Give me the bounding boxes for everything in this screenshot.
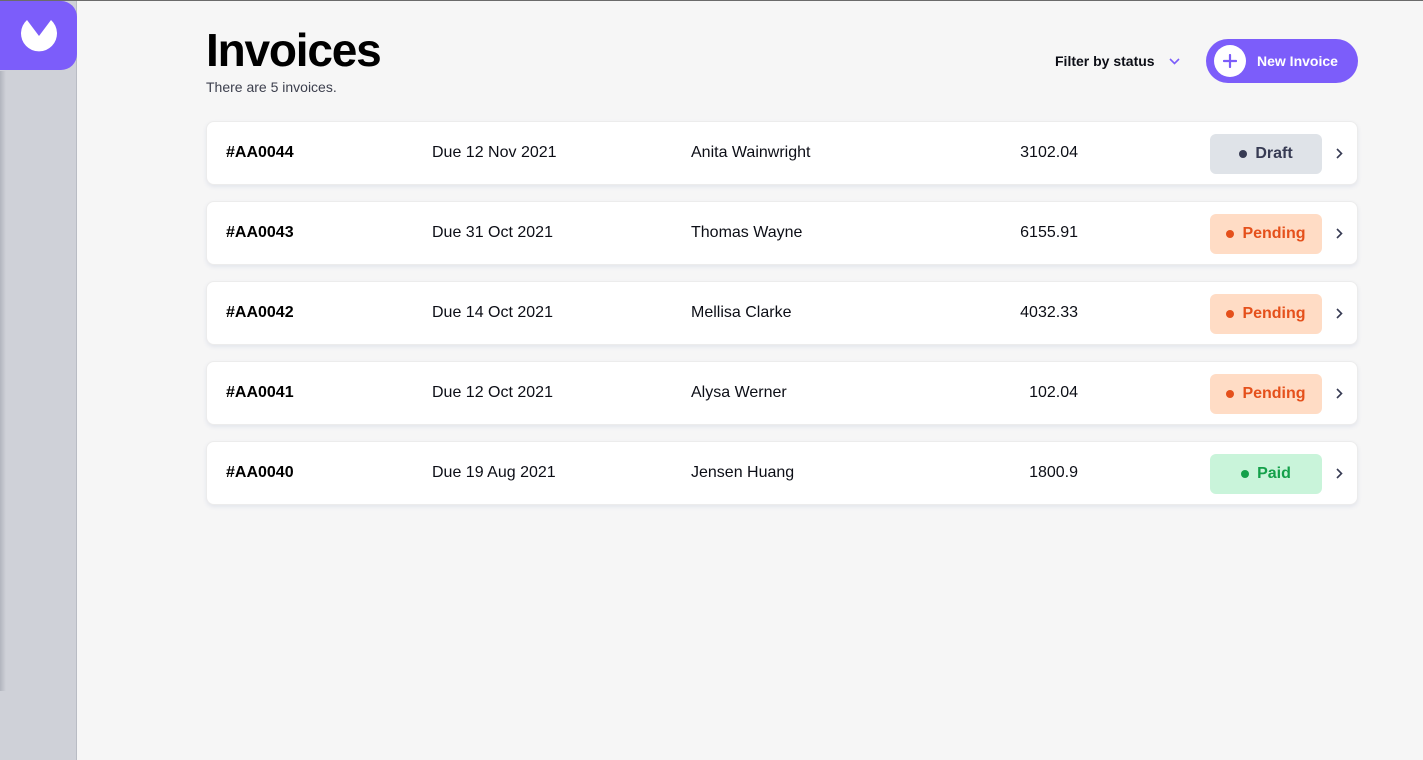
- invoice-count-text: There are 5 invoices.: [206, 79, 337, 95]
- invoice-client-name: Jensen Huang: [691, 464, 795, 481]
- invoice-amount: 102.04: [1029, 384, 1078, 401]
- invoice-row[interactable]: #AA0040 Due 19 Aug 2021 Jensen Huang 180…: [206, 441, 1358, 505]
- new-invoice-label: New Invoice: [1257, 53, 1338, 69]
- invoice-id: #AA0043: [226, 224, 294, 241]
- new-invoice-button[interactable]: New Invoice: [1206, 39, 1358, 83]
- invoice-client-name: Alysa Werner: [691, 384, 787, 401]
- invoice-row[interactable]: #AA0042 Due 14 Oct 2021 Mellisa Clarke 4…: [206, 281, 1358, 345]
- invoice-row[interactable]: #AA0043 Due 31 Oct 2021 Thomas Wayne 615…: [206, 201, 1358, 265]
- invoice-id: #AA0044: [226, 144, 294, 161]
- status-dot-icon: [1226, 230, 1235, 238]
- invoice-id: #AA0040: [226, 464, 294, 481]
- status-label: Draft: [1255, 145, 1293, 162]
- status-badge: Pending: [1210, 374, 1322, 414]
- status-dot-icon: [1241, 470, 1250, 478]
- invoices-page: Invoices There are 5 invoices. Filter by…: [206, 0, 1358, 760]
- chevron-down-icon: [1169, 57, 1180, 65]
- invoice-due-date: Due 14 Oct 2021: [432, 304, 553, 321]
- invoice-due-date: Due 19 Aug 2021: [432, 464, 556, 481]
- sidebar: [0, 1, 77, 760]
- invoice-id: #AA0041: [226, 384, 294, 401]
- plus-icon: [1214, 45, 1246, 77]
- status-label: Pending: [1242, 225, 1306, 242]
- status-badge: Draft: [1210, 134, 1322, 174]
- invoice-due-date: Due 12 Oct 2021: [432, 384, 553, 401]
- invoice-list: #AA0044 Due 12 Nov 2021 Anita Wainwright…: [206, 121, 1358, 521]
- status-label: Paid: [1257, 465, 1291, 482]
- invoice-client-name: Anita Wainwright: [691, 144, 811, 161]
- invoice-amount: 3102.04: [1020, 144, 1078, 161]
- status-badge: Pending: [1210, 214, 1322, 254]
- status-dot-icon: [1226, 390, 1235, 398]
- status-dot-icon: [1226, 310, 1235, 318]
- status-label: Pending: [1242, 385, 1306, 402]
- app-logo[interactable]: [0, 1, 77, 70]
- invoice-row[interactable]: #AA0044 Due 12 Nov 2021 Anita Wainwright…: [206, 121, 1358, 185]
- filter-label: Filter by status: [1055, 53, 1155, 69]
- page-title: Invoices: [206, 24, 382, 76]
- status-label: Pending: [1242, 305, 1306, 322]
- chevron-right-icon: [1333, 442, 1345, 504]
- chevron-right-icon: [1333, 202, 1345, 264]
- status-dot-icon: [1239, 150, 1248, 158]
- invoice-row[interactable]: #AA0041 Due 12 Oct 2021 Alysa Werner 102…: [206, 361, 1358, 425]
- invoice-id: #AA0042: [226, 304, 294, 321]
- chevron-right-icon: [1333, 282, 1345, 344]
- app-logo-icon: [20, 19, 57, 51]
- status-badge: Pending: [1210, 294, 1322, 334]
- filter-by-status-dropdown[interactable]: Filter by status: [1055, 51, 1180, 71]
- invoice-client-name: Thomas Wayne: [691, 224, 803, 241]
- chevron-right-icon: [1333, 362, 1345, 424]
- invoice-due-date: Due 31 Oct 2021: [432, 224, 553, 241]
- invoice-amount: 1800.9: [1029, 464, 1078, 481]
- status-badge: Paid: [1210, 454, 1322, 494]
- chevron-right-icon: [1333, 122, 1345, 184]
- invoice-client-name: Mellisa Clarke: [691, 304, 792, 321]
- invoice-amount: 4032.33: [1020, 304, 1078, 321]
- invoice-due-date: Due 12 Nov 2021: [432, 144, 557, 161]
- invoice-amount: 6155.91: [1020, 224, 1078, 241]
